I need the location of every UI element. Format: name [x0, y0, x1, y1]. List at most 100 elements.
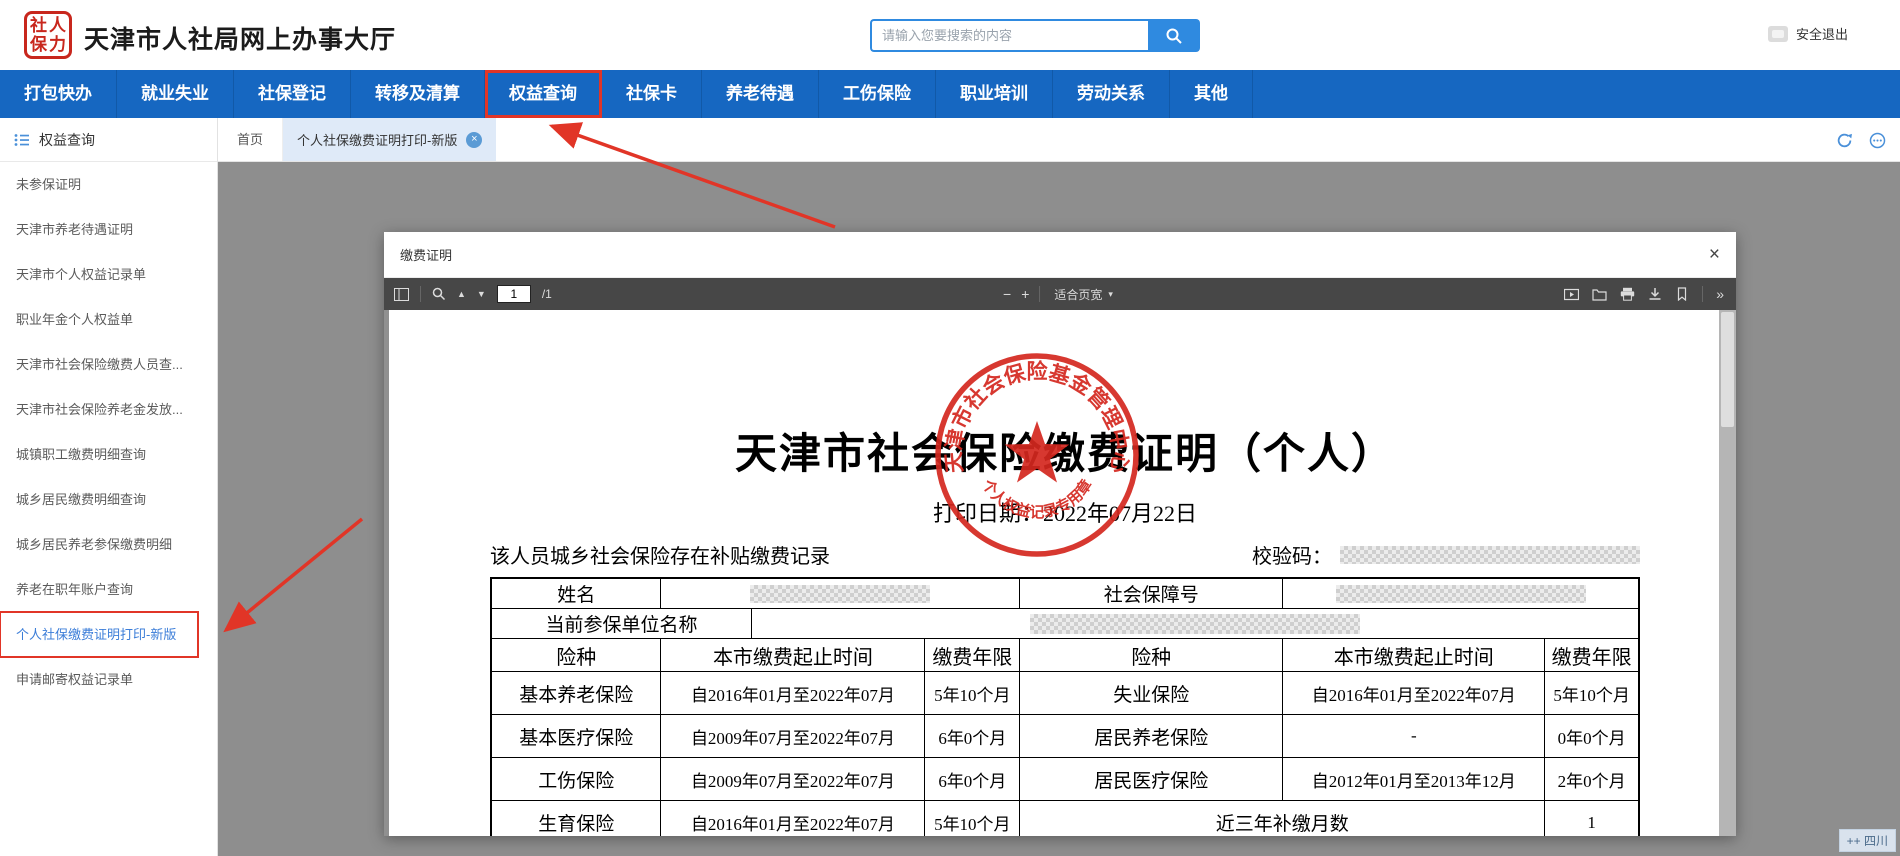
- nav-item-yanglaodaiyu[interactable]: 养老待遇: [702, 70, 819, 118]
- cell: 6年0个月: [925, 758, 1020, 800]
- open-file-button[interactable]: [1592, 288, 1607, 301]
- cell: 自2009年07月至2022年07月: [661, 715, 925, 757]
- search-input[interactable]: [870, 19, 1148, 52]
- more-button[interactable]: [1869, 132, 1886, 149]
- nav-item-laodongguanxi[interactable]: 劳动关系: [1053, 70, 1170, 118]
- sidebar-item-jiaofeizhengming-active[interactable]: 个人社保缴费证明打印-新版 ☆: [0, 612, 198, 657]
- toolbar-overflow-button[interactable]: »: [1716, 286, 1724, 302]
- sidebar-item-zhiyenianjin[interactable]: 职业年金个人权益单: [0, 297, 217, 342]
- employer-label: 当前参保单位名称: [492, 609, 752, 638]
- nav-item-shebaoka[interactable]: 社保卡: [602, 70, 702, 118]
- sidebar-item-yanglaodaiyu[interactable]: 天津市养老待遇证明: [0, 207, 217, 252]
- cell: 自2016年01月至2022年07月: [1283, 672, 1545, 714]
- sidebar-item-yanglaojinfafang[interactable]: 天津市社会保险养老金发放...: [0, 387, 217, 432]
- refresh-button[interactable]: [1836, 132, 1853, 149]
- sidebar-item-chengzhenzhigong[interactable]: 城镇职工缴费明细查询: [0, 432, 217, 477]
- checksum-label: 校验码：: [1252, 540, 1332, 569]
- page-number-input[interactable]: [497, 285, 531, 303]
- certificate-title: 天津市社会保险缴费证明（个人）: [389, 310, 1736, 481]
- employer-value: [752, 609, 1638, 638]
- cell: 1: [1545, 801, 1638, 836]
- sidebar-item-youjiquanyi[interactable]: 申请邮寄权益记录单: [0, 657, 217, 702]
- cell: 5年10个月: [925, 672, 1020, 714]
- tab-actions: [1836, 118, 1886, 162]
- page-title: 天津市人社局网上办事大厅: [84, 20, 396, 56]
- checksum-redacted: [1340, 546, 1640, 564]
- scrollbar-thumb[interactable]: [1721, 312, 1734, 427]
- nav-item-jiuyeshiye[interactable]: 就业失业: [117, 70, 234, 118]
- page-up-button[interactable]: ▲: [457, 289, 466, 299]
- sidebar-item-wucanbao[interactable]: 未参保证明: [0, 162, 217, 207]
- pdf-scrollbar[interactable]: [1719, 310, 1736, 836]
- certificate-meta: 该人员城乡社会保险存在补贴缴费记录 校验码：: [490, 540, 1640, 569]
- table-row: 当前参保单位名称: [492, 609, 1638, 639]
- cell: 近三年补缴月数: [1020, 801, 1545, 836]
- logout-button[interactable]: 安全退出: [1767, 24, 1848, 43]
- bookmark-icon: [1675, 287, 1689, 301]
- bookmark-button[interactable]: [1675, 287, 1689, 301]
- cell: 失业保险: [1020, 672, 1283, 714]
- table-row: 生育保险 自2016年01月至2022年07月 5年10个月 近三年补缴月数 1: [492, 801, 1638, 836]
- nav-item-zhuanyijiqingsuan[interactable]: 转移及清算: [351, 70, 485, 118]
- app-logo-icon: 社 人 保 力: [24, 11, 72, 59]
- nav-item-shebaodengji[interactable]: 社保登记: [234, 70, 351, 118]
- pdf-page: 天津市社会保险基金管理中心 个人权益记录专用章 天津市社会保险缴费证明（个人） …: [389, 310, 1736, 836]
- nav-item-zhiyepeixun[interactable]: 职业培训: [936, 70, 1053, 118]
- cell: 自2012年01月至2013年12月: [1283, 758, 1545, 800]
- chevrons-icon: »: [1716, 286, 1724, 302]
- presentation-mode-button[interactable]: [1564, 288, 1579, 301]
- page-up-icon: ▲: [457, 289, 466, 299]
- nav-item-gongshangbaoxian[interactable]: 工伤保险: [819, 70, 936, 118]
- table-row: 基本养老保险 自2016年01月至2022年07月 5年10个月 失业保险 自2…: [492, 672, 1638, 715]
- app-header: 社 人 保 力 天津市人社局网上办事大厅 安全退出: [0, 0, 1900, 70]
- download-button[interactable]: [1648, 287, 1662, 301]
- pdf-viewer: 天津市社会保险基金管理中心 个人权益记录专用章 天津市社会保险缴费证明（个人） …: [384, 310, 1736, 836]
- cell: 自2016年01月至2022年07月: [661, 672, 925, 714]
- modal-close-icon[interactable]: ×: [1709, 245, 1720, 264]
- logo-char: 社: [30, 17, 47, 34]
- nav-item-qita[interactable]: 其他: [1170, 70, 1253, 118]
- tab-active[interactable]: 个人社保缴费证明打印-新版 ×: [283, 118, 496, 161]
- zoom-mode-select[interactable]: 适合页宽 ▾: [1050, 284, 1117, 305]
- sidebar-item-chengxiangyanglao[interactable]: 城乡居民养老参保缴费明细: [0, 522, 217, 567]
- nav-item-dabaokuaiban[interactable]: 打包快办: [0, 70, 117, 118]
- sidebar-toggle-icon[interactable]: [394, 288, 409, 301]
- zoom-out-button[interactable]: −: [1003, 286, 1011, 302]
- cell: 基本养老保险: [492, 672, 661, 714]
- subsidy-note: 该人员城乡社会保险存在补贴缴费记录: [490, 540, 830, 569]
- column-header: 本市缴费起止时间: [661, 639, 925, 671]
- tab-home[interactable]: 首页: [218, 118, 283, 161]
- logo-char: 保: [30, 36, 47, 53]
- cell: 工伤保险: [492, 758, 661, 800]
- sidebar-item-jiaofeirenyuan[interactable]: 天津市社会保险缴费人员查...: [0, 342, 217, 387]
- logo-char: 力: [49, 36, 66, 53]
- search-button[interactable]: [1148, 19, 1200, 52]
- sidebar-title: 权益查询: [39, 130, 95, 150]
- nav-item-quanyichaxun[interactable]: 权益查询: [485, 70, 602, 118]
- chevron-down-icon: ▾: [1108, 289, 1113, 300]
- sidebar-item-zaizhinian[interactable]: 养老在职年账户查询: [0, 567, 217, 612]
- pdf-toolbar: ▲ ▼ /1 − + 适合页宽 ▾: [384, 278, 1736, 310]
- print-button[interactable]: [1620, 287, 1635, 301]
- sidebar-item-chengxiangjumin[interactable]: 城乡居民缴费明细查询: [0, 477, 217, 522]
- sidebar-item-quanyijilu[interactable]: 天津市个人权益记录单: [0, 252, 217, 297]
- print-date: 打印日期：2022年07月22日: [389, 496, 1736, 528]
- table-header-row: 险种 本市缴费起止时间 缴费年限 险种 本市缴费起止时间 缴费年限: [492, 639, 1638, 672]
- divider: [420, 286, 421, 302]
- pdf-toolbar-center: − + 适合页宽 ▾: [1003, 284, 1117, 305]
- table-row: 基本医疗保险 自2009年07月至2022年07月 6年0个月 居民养老保险 -…: [492, 715, 1638, 758]
- tab-close-icon[interactable]: ×: [466, 132, 482, 148]
- search-icon: [1165, 27, 1183, 45]
- name-value: [661, 579, 1020, 608]
- ime-indicator: ++ 四川: [1839, 829, 1896, 852]
- refresh-icon: [1836, 132, 1853, 149]
- column-header: 本市缴费起止时间: [1283, 639, 1545, 671]
- find-icon[interactable]: [432, 287, 446, 301]
- page-down-button[interactable]: ▼: [477, 289, 486, 299]
- cell: 自2009年07月至2022年07月: [661, 758, 925, 800]
- cell: 6年0个月: [925, 715, 1020, 757]
- payment-certificate-modal: 缴费证明 × ▲ ▼ /1 − +: [384, 232, 1736, 836]
- list-menu-icon: [14, 133, 30, 147]
- zoom-out-icon: −: [1003, 286, 1011, 302]
- zoom-in-button[interactable]: +: [1021, 286, 1029, 302]
